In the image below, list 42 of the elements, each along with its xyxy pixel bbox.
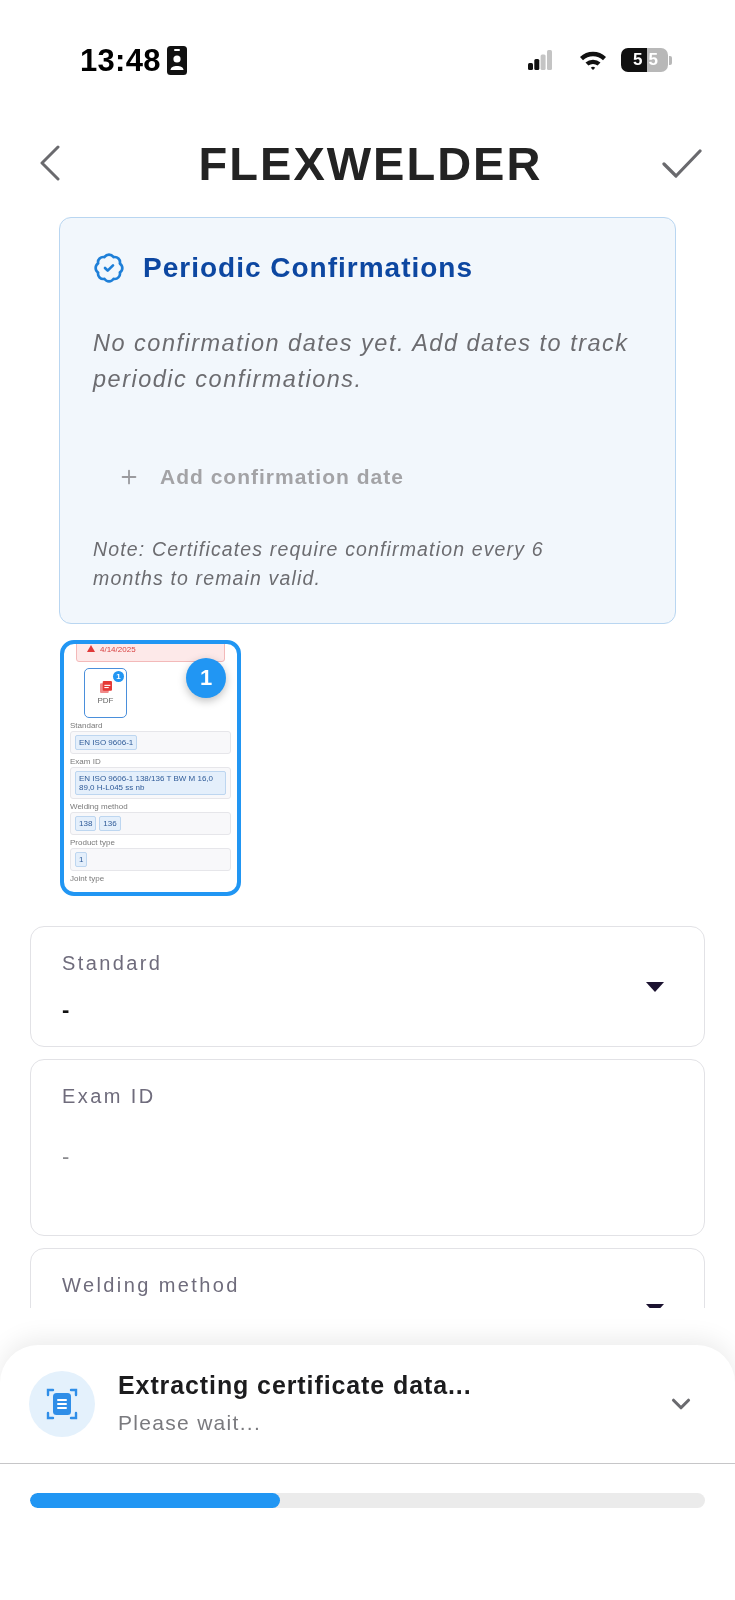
value-chip: 136 <box>99 816 121 831</box>
text-area-field[interactable]: Exam ID - <box>30 1059 705 1236</box>
confirm-button[interactable] <box>662 147 702 179</box>
caret-down-icon <box>646 981 664 992</box>
field-label: Welding method <box>62 1272 240 1298</box>
back-button[interactable] <box>39 145 61 181</box>
field-label: Exam ID <box>62 1083 156 1109</box>
file-icon <box>99 681 112 693</box>
progress-subtitle: Please wait... <box>118 1410 262 1436</box>
preview-label: Welding method <box>70 802 128 811</box>
check-icon <box>662 147 702 179</box>
value-chip: 138 <box>75 816 97 831</box>
field-value: - <box>62 996 70 1023</box>
verified-badge-icon <box>93 252 125 284</box>
preview-label: Standard <box>70 721 103 730</box>
file-type-label: PDF <box>97 696 114 705</box>
signal-icon <box>528 50 552 70</box>
value-chip: 1 <box>75 852 88 867</box>
note-text: Note: Certificates require confirmation every 6 months to remain valid. <box>93 537 545 591</box>
clock-time: 13:48 <box>80 44 161 76</box>
dropdown-field[interactable]: Standard - <box>30 926 705 1047</box>
alert-date: 4/14/2025 <box>100 645 136 655</box>
warning-icon <box>87 645 95 652</box>
count-badge: 1 <box>186 658 226 698</box>
empty-message: No confirmation dates yet. Add dates to track periodic confirmations. <box>93 329 630 394</box>
document-thumbnail[interactable]: 4/14/2025 PDF 1 Standard EN ISO 9606-1 Exam ID EN ISO 9606-1 138/136 T BW M 16,0 89,0 H-L045 ss nb Welding method 138 136 Product type 1 Joint type 1 <box>60 640 241 896</box>
chevron-left-icon <box>39 145 61 181</box>
field-label: Standard <box>62 950 163 976</box>
file-count-badge: 1 <box>113 671 124 682</box>
logo: FLEXWELDER <box>198 139 543 187</box>
field-value: - <box>62 1143 70 1170</box>
value-chip: EN ISO 9606-1 <box>75 735 138 750</box>
dropdown-field[interactable]: Welding method <box>30 1248 705 1308</box>
preview-label: Joint type <box>70 874 105 883</box>
preview-label: Product type <box>70 838 115 847</box>
id-badge-icon <box>166 45 187 75</box>
card-title: Periodic Confirmations <box>143 252 474 284</box>
preview-label: Exam ID <box>70 757 101 766</box>
wifi-icon <box>579 50 607 70</box>
document-scan-icon <box>29 1371 95 1437</box>
value-chip: EN ISO 9606-1 138/136 T BW M 16,0 89,0 H-L045 ss nb <box>75 771 226 795</box>
progress-title: Extracting certificate data... <box>118 1370 472 1400</box>
